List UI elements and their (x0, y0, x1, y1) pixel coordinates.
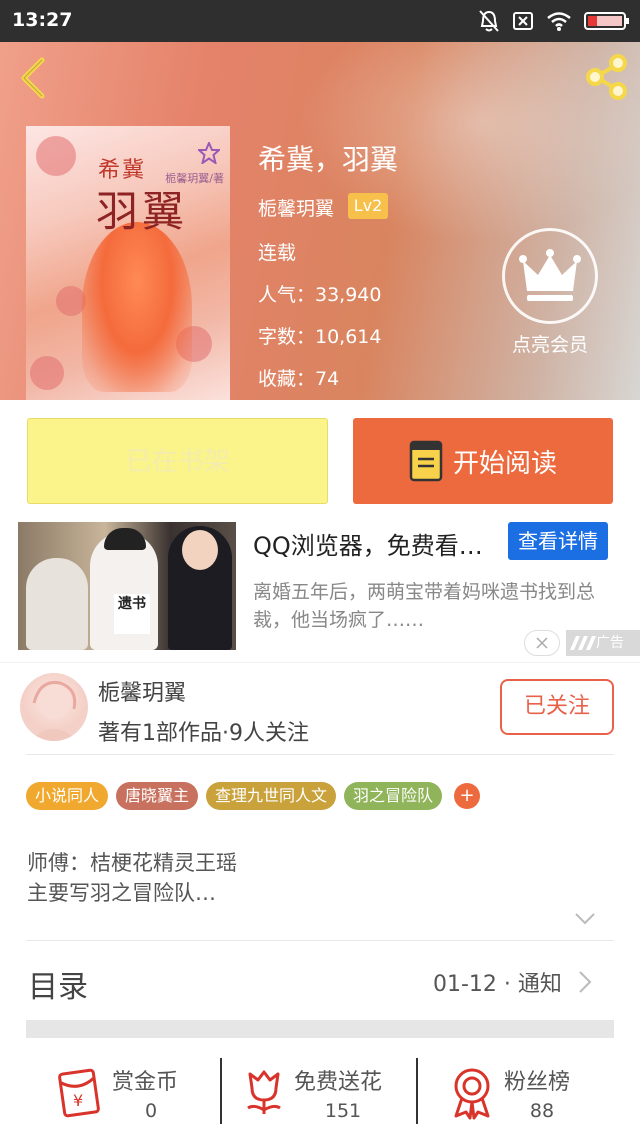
crown-icon (519, 249, 581, 301)
chevron-down-icon[interactable] (574, 912, 596, 926)
book-header: 希冀 羽翼 栀馨玥翼/著 希冀，羽翼 栀馨玥翼 Lv2 连载 人气：33,940… (0, 42, 640, 400)
avatar[interactable] (20, 673, 88, 741)
ad-logo-icon (570, 636, 596, 650)
back-button[interactable] (14, 56, 54, 100)
stat-value: 151 (324, 1100, 362, 1122)
stats-bar: ¥ 赏金币 0 免费送花 151 粉丝榜 88 (0, 1052, 640, 1138)
cover-author: 栀馨玥翼/著 (165, 172, 224, 185)
catalog-latest[interactable]: 01-12 · 通知 (433, 966, 562, 998)
level-badge: Lv2 (348, 193, 388, 219)
tag-list: 小说同人 唐晓翼主 查理九世同人文 羽之冒险队 + (26, 782, 481, 810)
intro-line: 师傅：桔梗花精灵王瑶 (27, 851, 237, 875)
cover-blossom (36, 136, 76, 176)
status-icons (478, 8, 630, 34)
ad-image-kid (26, 558, 88, 650)
ad-close-button[interactable] (524, 630, 560, 656)
status-time: 13:27 (12, 9, 73, 31)
divider (26, 940, 614, 941)
close-icon (536, 637, 548, 649)
ad-image[interactable]: 遗书 (18, 522, 236, 650)
back-arrow-icon (21, 57, 45, 99)
stat-value: 0 (144, 1100, 158, 1122)
avatar-illustration (30, 680, 78, 741)
author-name[interactable]: 栀馨玥翼 (98, 675, 186, 707)
tag-item[interactable]: 羽之冒险队 (344, 782, 443, 810)
flower-icon (247, 1070, 281, 1114)
book-popularity: 人气：33,940 (258, 284, 382, 306)
wifi-icon (547, 12, 571, 31)
stat-value: 88 (529, 1100, 555, 1122)
stat-label: 免费送花 (294, 1070, 383, 1095)
ad-image-cap (104, 528, 146, 550)
red-envelope-yen-icon: ¥ (58, 1068, 100, 1118)
book-cover[interactable]: 希冀 羽翼 栀馨玥翼/著 (26, 126, 230, 400)
tag-item[interactable]: 小说同人 (26, 782, 109, 810)
free-flowers-button[interactable]: 免费送花 151 (222, 1052, 416, 1138)
stat-label: 粉丝榜 (504, 1070, 571, 1095)
svg-text:¥: ¥ (73, 1091, 83, 1110)
start-reading-label: 开始阅读 (452, 448, 557, 479)
ad-tag: 广告 (566, 630, 640, 656)
add-tag-button[interactable]: + (454, 783, 481, 809)
stat-label: 赏金币 (112, 1070, 179, 1095)
book-intro[interactable]: 师傅：桔梗花精灵王瑶 主要写羽之冒险队… (27, 848, 237, 908)
ad-details-button[interactable]: 查看详情 (508, 522, 608, 560)
on-shelf-button[interactable]: 已在书架 (27, 418, 328, 504)
vip-circle (502, 228, 598, 324)
cover-blossom (30, 356, 64, 390)
ad-banner[interactable]: 遗书 QQ浏览器，免费看… 查看详情 离婚五年后，两萌宝带着妈咪遗书找到总裁，他… (0, 522, 640, 662)
bell-muted-icon (479, 10, 499, 32)
intro-line: 主要写羽之冒险队… (27, 881, 216, 905)
tag-item[interactable]: 查理九世同人文 (206, 782, 337, 810)
vip-label: 点亮会员 (511, 334, 588, 356)
share-button[interactable] (582, 52, 632, 102)
fan-ranking-button[interactable]: 粉丝榜 88 (418, 1052, 640, 1138)
book-status: 连载 (258, 242, 297, 264)
cover-figure (82, 222, 192, 392)
section-separator (26, 1020, 614, 1038)
vip-button[interactable]: 点亮会员 (500, 228, 600, 357)
follow-button[interactable]: 已关注 (500, 679, 614, 735)
start-reading-button[interactable]: 开始阅读 (353, 418, 613, 504)
ad-title[interactable]: QQ浏览器，免费看… (253, 526, 483, 561)
book-favorites: 收藏：74 (258, 368, 340, 390)
reward-coins-button[interactable]: ¥ 赏金币 0 (0, 1052, 220, 1138)
ad-tag-label: 广告 (596, 635, 624, 651)
book-title: 希冀，羽翼 (258, 143, 399, 176)
tag-item[interactable]: 唐晓翼主 (116, 782, 199, 810)
book-word-count: 字数：10,614 (258, 326, 382, 348)
author-stats: 著有1部作品·9人关注 (98, 721, 309, 746)
ad-image-sign: 遗书 (114, 594, 150, 634)
status-bar: 13:27 (0, 0, 640, 42)
no-sim-icon (513, 12, 533, 30)
divider (26, 754, 614, 755)
star-icon (198, 142, 220, 164)
author-card[interactable]: 栀馨玥翼 著有1部作品·9人关注 已关注 (0, 662, 640, 754)
catalog-title[interactable]: 目录 (28, 962, 88, 1006)
book-author[interactable]: 栀馨玥翼 (258, 194, 334, 221)
chevron-right-icon[interactable] (578, 970, 592, 994)
ad-description[interactable]: 离婚五年后，两萌宝带着妈咪遗书找到总裁，他当场疯了…… (253, 578, 623, 634)
ad-image-face (182, 530, 218, 570)
cover-title-large: 羽翼 (96, 187, 189, 236)
medal-icon (454, 1068, 490, 1120)
share-icon (586, 54, 627, 100)
battery-low-icon (584, 12, 629, 30)
book-icon (409, 440, 443, 482)
